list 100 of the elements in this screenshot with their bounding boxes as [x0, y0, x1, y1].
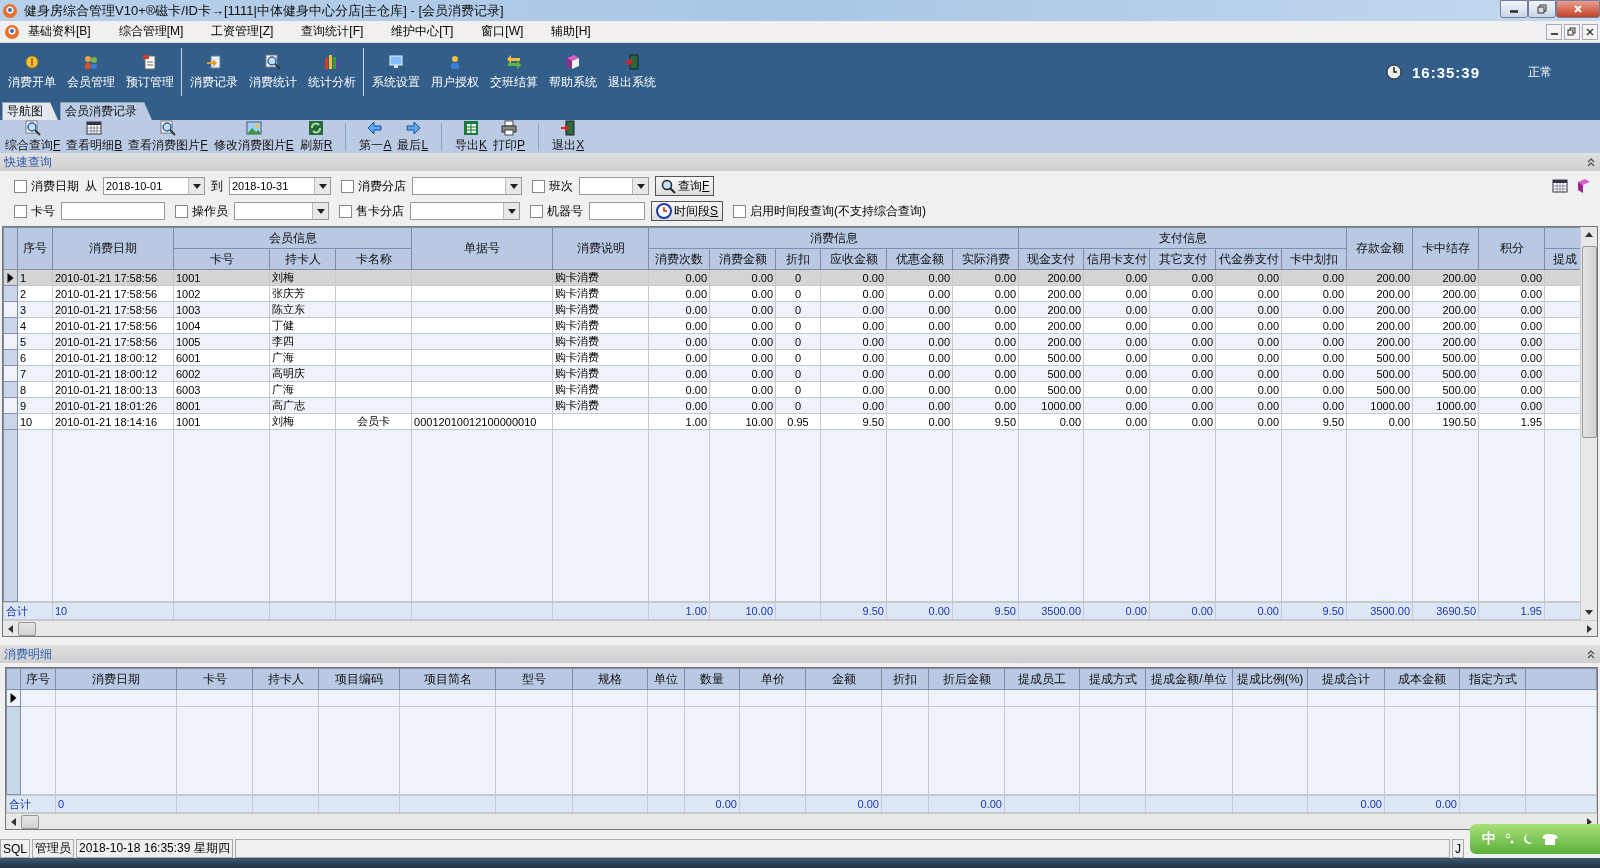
- arrow-down-icon[interactable]: [1585, 610, 1593, 615]
- column-header[interactable]: 金额: [805, 668, 882, 690]
- dropdown[interactable]: 2018-10-31: [229, 177, 331, 195]
- toolbar-button[interactable]: 最后L: [394, 119, 432, 154]
- minimize-button[interactable]: [1546, 23, 1562, 40]
- toolbar-button[interactable]: 统计分析: [302, 46, 361, 98]
- toolbar-button[interactable]: 预订管理: [120, 46, 179, 98]
- column-header[interactable]: 消费日期: [52, 227, 174, 270]
- table-row[interactable]: 1 2010-01-21 17:58:56 1001 刘梅 购卡消费 0.00 0.00 0 0.00 0.00 0.00 200.00 0.00 0.00 0.00 0.00 200.00 200.00 0.00: [3, 269, 1580, 286]
- table-row[interactable]: 2 2010-01-21 17:58:56 1002 张庆芳 购卡消费 0.00 0.00 0 0.00 0.00 0.00 200.00 0.00 0.00 0.00 0.00 200.00 200.00 0.00: [3, 285, 1580, 302]
- toolbar-button[interactable]: 消费记录: [184, 46, 243, 98]
- table-row[interactable]: 5 2010-01-21 17:58:56 1005 李四 购卡消费 0.00 0.00 0 0.00 0.00 0.00 200.00 0.00 0.00 0.00 0.00 200.00 200.00 0.00: [3, 333, 1580, 350]
- restore-button[interactable]: [1564, 23, 1580, 40]
- checkbox[interactable]: 启用时间段查询(不支持综合查询): [733, 202, 926, 220]
- dropdown[interactable]: [412, 177, 522, 195]
- menu-item[interactable]: 综合管理[M]: [118, 23, 198, 40]
- dropdown[interactable]: 2018-10-01: [103, 177, 205, 195]
- toolbar-button[interactable]: 退出X: [549, 119, 588, 154]
- input-field[interactable]: [589, 202, 645, 220]
- menu-item[interactable]: 维护中心[T]: [391, 23, 468, 40]
- dropdown[interactable]: [410, 202, 520, 220]
- column-header[interactable]: 提成员工: [1004, 668, 1080, 690]
- column-header[interactable]: 成本金额: [1384, 668, 1460, 690]
- scroll-thumb[interactable]: [18, 621, 36, 636]
- toolbar-button[interactable]: 消费统计: [243, 46, 302, 98]
- toolbar-button[interactable]: 消费开单: [2, 46, 61, 98]
- scrollbar[interactable]: [6, 813, 1597, 829]
- checkbox[interactable]: 机器号: [530, 202, 583, 220]
- column-header[interactable]: 规格: [572, 668, 648, 690]
- toolbar-button[interactable]: 查看消费图片F: [125, 119, 211, 154]
- menu-item[interactable]: 基础资料[B]: [28, 23, 105, 40]
- column-header[interactable]: 持卡人: [252, 668, 319, 690]
- arrow-right-icon[interactable]: [1587, 624, 1592, 633]
- checkbox[interactable]: 消费日期: [14, 177, 79, 195]
- table-row[interactable]: 7 2010-01-21 18:00:12 6002 高明庆 购卡消费 0.00 0.00 0 0.00 0.00 0.00 500.00 0.00 0.00 0.00 0.00 500.00 500.00 0.00: [3, 365, 1580, 382]
- column-header[interactable]: 单据号: [411, 227, 553, 270]
- toolbar-button[interactable]: 打印P: [490, 119, 529, 154]
- table-row[interactable]: 3 2010-01-21 17:58:56 1003 陈立东 购卡消费 0.00 0.00 0 0.00 0.00 0.00 200.00 0.00 0.00 0.00 0.00 200.00 200.00 0.00: [3, 301, 1580, 318]
- column-header[interactable]: 消费说明: [552, 227, 649, 270]
- column-header[interactable]: 折后金额: [928, 668, 1005, 690]
- checkbox[interactable]: 班次: [532, 177, 573, 195]
- column-header[interactable]: 项目编码: [318, 668, 400, 690]
- column-header[interactable]: 提成比例(%): [1232, 668, 1308, 690]
- book-icon[interactable]: [1576, 178, 1592, 194]
- menu-item[interactable]: 窗口[W]: [481, 23, 538, 40]
- scrollbar[interactable]: [3, 620, 1597, 636]
- column-header[interactable]: 序号: [20, 668, 56, 690]
- toolbar-button[interactable]: 第一A: [356, 119, 395, 154]
- dropdown[interactable]: [234, 202, 329, 220]
- toolbar-button[interactable]: 会员管理: [61, 46, 120, 98]
- close-button[interactable]: [1582, 23, 1598, 40]
- tab[interactable]: 导航图: [2, 102, 58, 120]
- column-header[interactable]: 消费日期: [55, 668, 177, 690]
- calendar-icon[interactable]: [1552, 178, 1568, 194]
- query-button[interactable]: 查询F: [655, 176, 715, 196]
- menu-item[interactable]: 工资管理[Z]: [211, 23, 288, 40]
- dropdown[interactable]: [579, 177, 649, 195]
- arrow-left-icon[interactable]: [8, 624, 13, 633]
- collapse-icon[interactable]: [1586, 157, 1596, 167]
- table-row[interactable]: 10 2010-01-21 18:14:16 1001 刘梅 会员卡 00012010012100000010 1.00 10.00 0.95 9.50 0.00 9.50 0.00 0.00 0.00 0.00 9.50 0.00 190.50 1.95: [3, 413, 1580, 430]
- toolbar-button[interactable]: 刷新R: [296, 119, 336, 154]
- arrow-up-icon[interactable]: [1585, 232, 1593, 237]
- toolbar-button[interactable]: 交班结算: [484, 46, 543, 98]
- scrollbar[interactable]: [1580, 227, 1597, 620]
- scroll-thumb[interactable]: [21, 814, 39, 829]
- column-header[interactable]: 项目简名: [399, 668, 496, 690]
- checkbox[interactable]: 卡号: [14, 202, 55, 220]
- column-header[interactable]: 折扣: [881, 668, 929, 690]
- column-header[interactable]: 提成合计: [1307, 668, 1385, 690]
- column-header[interactable]: 积分: [1478, 227, 1545, 270]
- column-header[interactable]: 序号: [17, 227, 53, 270]
- collapse-icon[interactable]: [1586, 649, 1596, 659]
- toolbar-button[interactable]: 综合查询F: [2, 119, 64, 154]
- column-header[interactable]: 单位: [647, 668, 685, 690]
- checkbox[interactable]: 售卡分店: [339, 202, 404, 220]
- menu-item[interactable]: 查询统计[F]: [301, 23, 378, 40]
- table-row[interactable]: 9 2010-01-21 18:01:26 8001 高广志 购卡消费 0.00 0.00 0 0.00 0.00 0.00 1000.00 0.00 0.00 0.00 0.00 1000.00 1000.00 0.00: [3, 397, 1580, 414]
- toolbar-button[interactable]: 退出系统: [602, 46, 661, 98]
- toolbar-button[interactable]: 系统设置: [366, 46, 425, 98]
- column-header[interactable]: 卡中结存: [1412, 227, 1479, 270]
- table-row[interactable]: 6 2010-01-21 18:00:12 6001 广海 购卡消费 0.00 0.00 0 0.00 0.00 0.00 500.00 0.00 0.00 0.00 0.00 500.00 500.00 0.00: [3, 349, 1580, 366]
- toolbar-button[interactable]: 修改消费图片E: [210, 119, 297, 154]
- tab[interactable]: 会员消费记录: [60, 102, 152, 120]
- checkbox[interactable]: 消费分店: [341, 177, 406, 195]
- toolbar-button[interactable]: 导出 K: [452, 119, 491, 154]
- table-row[interactable]: 4 2010-01-21 17:58:56 1004 丁健 购卡消费 0.00 0.00 0 0.00 0.00 0.00 200.00 0.00 0.00 0.00 0.00 200.00 200.00 0.00: [3, 317, 1580, 334]
- toolbar-button[interactable]: 帮助系统: [543, 46, 602, 98]
- column-header[interactable]: 卡号: [176, 668, 253, 690]
- column-header[interactable]: 提成金额/单位: [1145, 668, 1233, 690]
- column-header[interactable]: 提成方式: [1079, 668, 1146, 690]
- scroll-thumb[interactable]: [1581, 246, 1597, 438]
- maximize-button[interactable]: [1528, 0, 1556, 18]
- menu-item[interactable]: 辅助[H]: [551, 23, 605, 40]
- toolbar-button[interactable]: 查看明细B: [63, 119, 126, 154]
- column-header[interactable]: 数量: [684, 668, 740, 690]
- input-field[interactable]: [61, 202, 165, 220]
- toolbar-button[interactable]: 用户授权: [425, 46, 484, 98]
- column-header[interactable]: 存款金额: [1346, 227, 1413, 270]
- minimize-button[interactable]: [1500, 0, 1528, 18]
- column-header[interactable]: 单价: [739, 668, 806, 690]
